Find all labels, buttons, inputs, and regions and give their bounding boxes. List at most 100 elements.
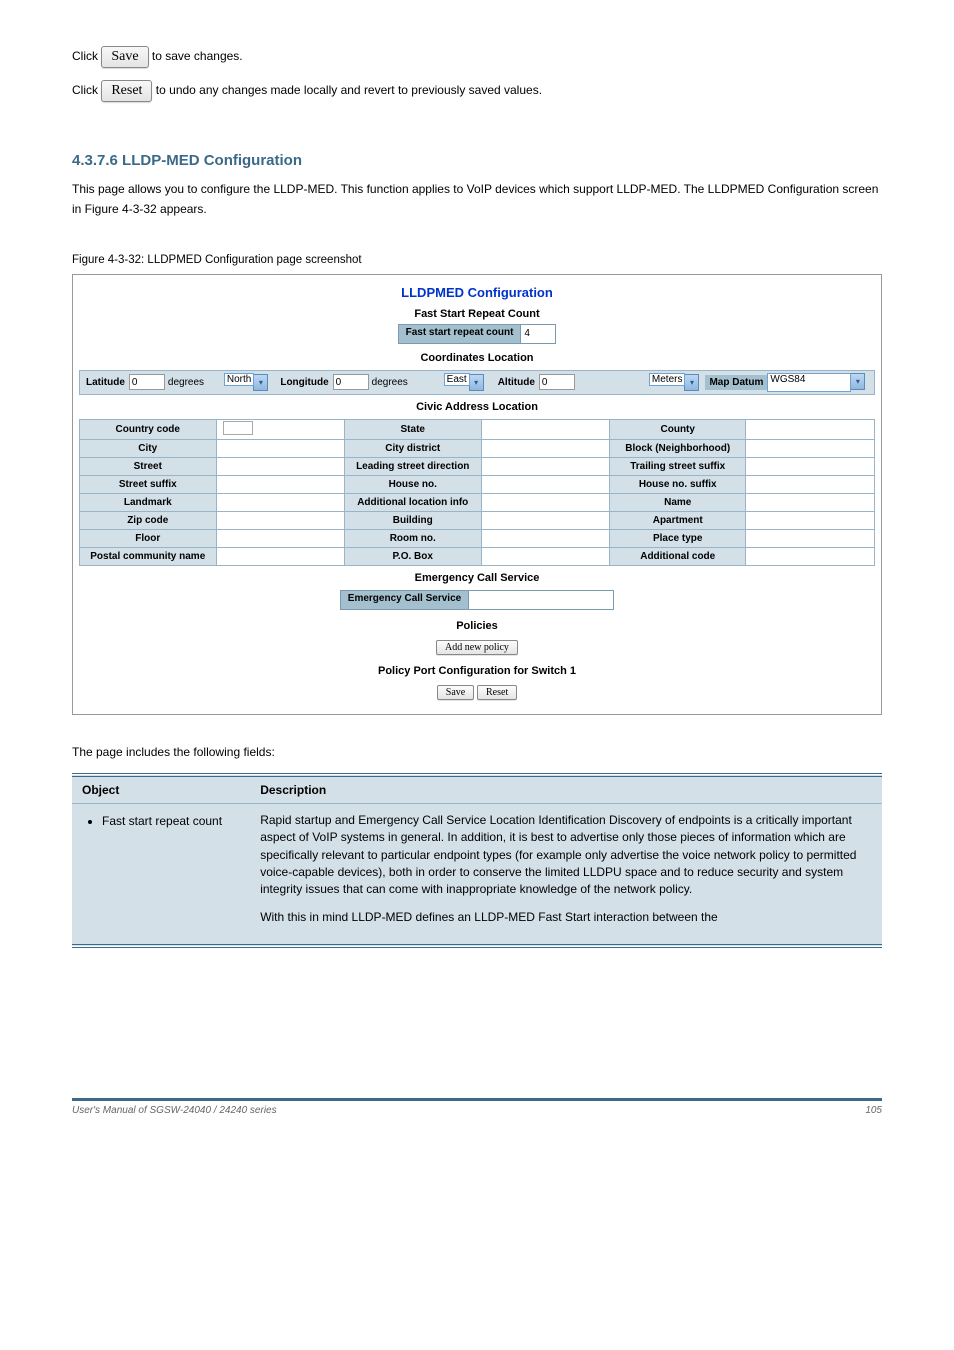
civic-label: Building [344,511,481,529]
chevron-down-icon[interactable]: ▾ [684,374,699,391]
fast-start-label: Fast start repeat count [398,324,522,344]
civic-input[interactable] [746,529,875,547]
civic-label: Place type [609,529,746,547]
chevron-down-icon[interactable]: ▾ [850,373,865,390]
civic-input[interactable] [746,547,875,565]
civic-label: Postal community name [80,547,217,565]
civic-input[interactable] [216,511,344,529]
object-name: Fast start repeat count [102,812,240,828]
longitude-label: Longitude [276,375,332,390]
fast-start-input[interactable] [521,324,556,344]
altitude-unit-select[interactable]: Meters [649,373,686,386]
reset-button[interactable]: Reset [477,685,517,700]
altitude-label: Altitude [494,375,539,390]
civic-label: House no. suffix [609,475,746,493]
civic-input[interactable] [481,511,609,529]
civic-input[interactable] [216,439,344,457]
description-paragraph: With this in mind LLDP-MED defines an LL… [260,909,872,926]
reset-button-image: Reset [101,80,152,102]
table-object-cell: Fast start repeat count [72,803,250,946]
civic-label: Additional location info [344,493,481,511]
save-button-image: Save [101,46,148,68]
civic-label: House no. [344,475,481,493]
ecs-input[interactable] [469,590,614,610]
civic-label: County [609,419,746,439]
civic-input[interactable] [746,493,875,511]
civic-input[interactable] [481,547,609,565]
civic-input[interactable] [216,475,344,493]
civic-input[interactable] [216,457,344,475]
description-paragraph: Rapid startup and Emergency Call Service… [260,812,872,899]
civic-input[interactable] [216,547,344,565]
civic-input[interactable] [481,457,609,475]
civic-input[interactable] [746,457,875,475]
chevron-down-icon[interactable]: ▾ [469,374,484,391]
civic-label: Room no. [344,529,481,547]
latitude-input[interactable] [129,374,165,390]
text-fragment: Click [72,83,101,97]
latitude-direction-select[interactable]: North [224,373,254,386]
fast-start-heading: Fast Start Repeat Count [79,302,875,324]
civic-input[interactable] [216,419,344,439]
config-title: LLDPMED Configuration [79,281,875,302]
degrees-text: degrees [371,377,444,388]
civic-address-table: Country code State County City City dist… [79,419,875,566]
map-datum-label: Map Datum [705,375,767,390]
civic-input[interactable] [746,439,875,457]
figure-caption: Figure 4-3-32: LLDPMED Configuration pag… [72,254,882,266]
table-description-cell: Rapid startup and Emergency Call Service… [250,803,882,946]
save-instruction: Click Save to save changes. [72,46,882,68]
civic-input[interactable] [746,511,875,529]
footer-left: User's Manual of SGSW-24040 / 24240 seri… [72,1105,277,1116]
civic-label: Name [609,493,746,511]
civic-label: Country code [80,419,217,439]
longitude-input[interactable] [333,374,369,390]
table-header-object: Object [72,775,250,804]
civic-label: Block (Neighborhood) [609,439,746,457]
civic-label: Zip code [80,511,217,529]
screenshot-figure: LLDPMED Configuration Fast Start Repeat … [72,274,882,715]
text-fragment: Click [72,49,101,63]
civic-input[interactable] [746,419,875,439]
policy-port-heading: Policy Port Configuration for Switch 1 [79,659,875,681]
civic-label: Leading street direction [344,457,481,475]
chevron-down-icon[interactable]: ▾ [253,374,268,391]
footer-page-number: 105 [865,1105,882,1116]
description-table: Object Description Fast start repeat cou… [72,773,882,948]
latitude-label: Latitude [82,375,129,390]
civic-input[interactable] [746,475,875,493]
civic-input[interactable] [481,475,609,493]
civic-label: Landmark [80,493,217,511]
civic-label: Street suffix [80,475,217,493]
altitude-input[interactable] [539,374,575,390]
coordinates-heading: Coordinates Location [79,346,875,368]
civic-heading: Civic Address Location [79,395,875,417]
civic-input[interactable] [481,493,609,511]
section-heading: 4.3.7.6 LLDP-MED Configuration [72,152,882,169]
civic-input[interactable] [481,529,609,547]
civic-input[interactable] [481,419,609,439]
text-fragment: to save changes. [152,49,243,63]
coordinates-row: Latitude degrees North▾ Longitude degree… [79,370,875,395]
policies-heading: Policies [79,614,875,636]
civic-label: Floor [80,529,217,547]
degrees-text: degrees [167,377,224,388]
save-button[interactable]: Save [437,685,474,700]
civic-input[interactable] [216,529,344,547]
reset-instruction: Click Reset to undo any changes made loc… [72,80,882,102]
civic-label: Apartment [609,511,746,529]
civic-label: City district [344,439,481,457]
ecs-label: Emergency Call Service [340,590,469,610]
ecs-heading: Emergency Call Service [79,566,875,588]
civic-label: City [80,439,217,457]
civic-input[interactable] [481,439,609,457]
text-fragment: to undo any changes made locally and rev… [156,83,542,97]
civic-label: State [344,419,481,439]
civic-label: Trailing street suffix [609,457,746,475]
add-new-policy-button[interactable]: Add new policy [436,640,518,655]
longitude-direction-select[interactable]: East [444,373,470,386]
civic-input[interactable] [216,493,344,511]
civic-label: Street [80,457,217,475]
section-text: This page allows you to configure the LL… [72,179,882,220]
map-datum-select[interactable]: WGS84 [767,373,851,392]
